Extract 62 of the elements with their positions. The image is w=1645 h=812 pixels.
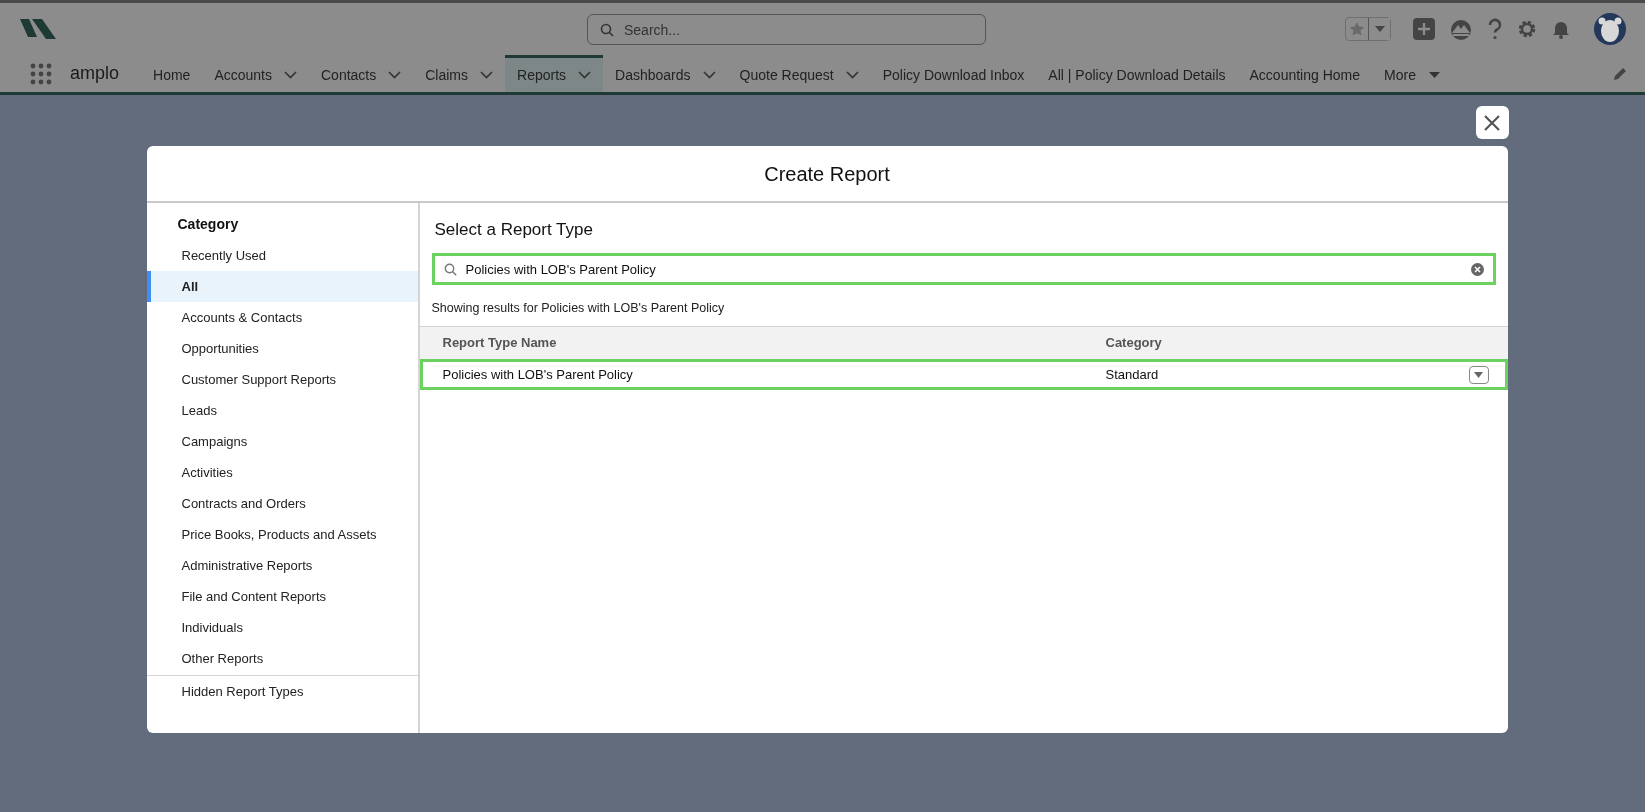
category-item[interactable]: Hidden Report Types	[146, 676, 418, 707]
caret-down-icon	[1474, 371, 1483, 378]
category-item[interactable]: Recently Used	[146, 240, 418, 271]
chevron-down-icon	[578, 70, 592, 80]
category-item[interactable]: Accounts & Contacts	[146, 302, 418, 333]
table-cell-text: Standard	[1105, 365, 1160, 384]
results-text: Showing results for Policies with LOB's Parent Policy	[430, 300, 726, 317]
settings-icon	[1517, 19, 1537, 39]
favorites-dropdown-button[interactable]	[1368, 18, 1390, 40]
category-item[interactable]: Customer Support Reports	[146, 364, 418, 395]
nav-tab[interactable]: Dashboards	[603, 55, 728, 92]
report-type-row[interactable]: Policies with LOB's Parent Policy Standard	[419, 359, 1508, 390]
search-field[interactable]: Search...	[587, 14, 986, 45]
category-item[interactable]: Opportunities	[146, 333, 418, 364]
chevron-down-icon	[284, 70, 297, 80]
chevron-down-icon	[388, 70, 402, 80]
caret-down-icon	[1374, 26, 1385, 32]
category-item[interactable]: Other Reports	[146, 643, 418, 674]
category-item[interactable]: All	[146, 271, 418, 302]
close-button[interactable]	[1475, 106, 1509, 139]
nav-tab[interactable]: Claims	[413, 55, 505, 92]
app-launcher-icon	[30, 62, 52, 85]
column-header: Category	[1105, 334, 1163, 353]
help-icon	[1487, 18, 1503, 40]
search-icon	[600, 23, 614, 37]
close-icon	[1483, 113, 1501, 132]
add-icon	[1413, 18, 1435, 40]
app-name: amplo	[70, 62, 120, 85]
nav-tab[interactable]: Policy Download Inbox	[870, 55, 1037, 92]
avatar-icon	[1593, 12, 1627, 46]
category-item[interactable]: Activities	[146, 457, 418, 488]
nav-tab[interactable]: Reports	[505, 55, 604, 92]
nav-tab[interactable]: Accounts	[202, 55, 309, 92]
category-item[interactable]: Administrative Reports	[146, 550, 418, 581]
category-item[interactable]: Individuals	[146, 612, 418, 643]
caret-down-icon	[1427, 70, 1441, 80]
chevron-down-icon	[702, 70, 716, 80]
column-header: Report Type Name	[441, 334, 558, 353]
category-item[interactable]: File and Content Reports	[146, 581, 418, 612]
category-item[interactable]: Price Books, Products and Assets	[146, 519, 418, 550]
sidebar-heading: Category	[176, 214, 240, 234]
row-actions-button[interactable]	[1468, 365, 1489, 384]
report-type-search-field[interactable]: Policies with LOB's Parent Policy	[431, 253, 1496, 285]
nav-tab[interactable]: Quote Request	[727, 55, 871, 92]
category-item[interactable]: Leads	[146, 395, 418, 426]
clear-search-button[interactable]	[1470, 263, 1484, 276]
mountain-icon	[1449, 18, 1473, 40]
nav-tab[interactable]: Home	[141, 55, 203, 92]
bell-icon	[1551, 19, 1571, 39]
nav-tab[interactable]: All | Policy Download Details	[1036, 55, 1238, 92]
chevron-down-icon	[845, 70, 859, 80]
edit-icon	[1613, 66, 1627, 81]
category-item[interactable]: Contracts and Orders	[146, 488, 418, 519]
table-cell-text: Policies with LOB's Parent Policy	[441, 365, 634, 384]
category-item[interactable]: Campaigns	[146, 426, 418, 457]
nav-tab[interactable]: Accounting Home	[1237, 55, 1373, 92]
chevron-down-icon	[480, 70, 493, 80]
nav-tab[interactable]: Contacts	[309, 55, 414, 92]
modal-title: Create Report	[764, 161, 890, 187]
search-icon	[443, 263, 457, 276]
section-heading: Select a Report Type	[433, 219, 594, 242]
nav-tab[interactable]: More	[1372, 55, 1453, 92]
